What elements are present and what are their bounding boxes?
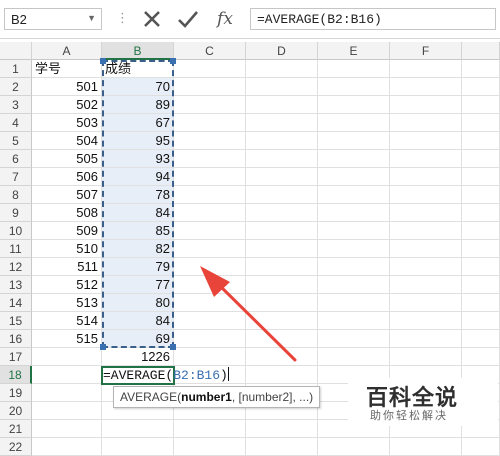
baike-watermark: 百科全说 助你轻松解决 — [348, 378, 498, 426]
watermark-subtitle: 助你轻松解决 — [370, 410, 448, 422]
